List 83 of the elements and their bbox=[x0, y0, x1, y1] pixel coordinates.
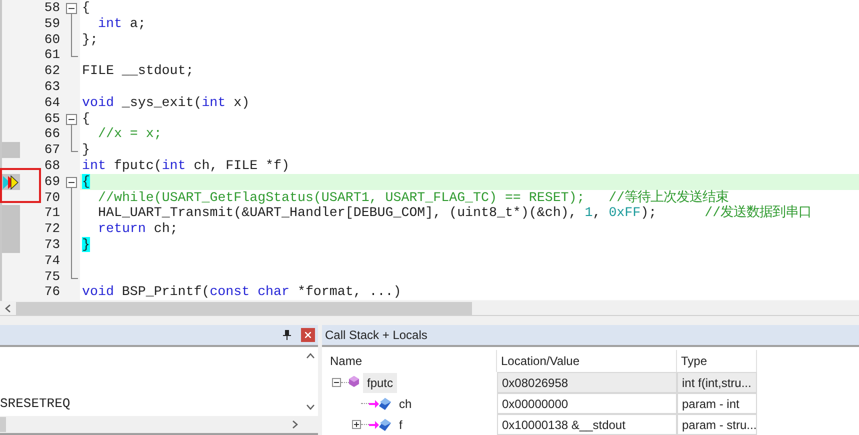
close-icon bbox=[305, 332, 311, 338]
line-number: 58 bbox=[43, 0, 61, 16]
code-text: x) bbox=[232, 94, 250, 110]
tree-item[interactable]: fputc bbox=[363, 372, 398, 392]
line-number: 63 bbox=[43, 78, 61, 95]
panel-title: Call Stack + Locals bbox=[325, 327, 428, 344]
collapse-icon[interactable] bbox=[332, 378, 341, 387]
table-cell: 0x08026958 bbox=[497, 372, 677, 393]
chevron-left-icon bbox=[5, 304, 11, 313]
table-cell: 0x10000138 &__stdout bbox=[497, 414, 677, 435]
code-text: int bbox=[98, 16, 122, 31]
scrollbar-thumb[interactable] bbox=[16, 302, 472, 315]
diamond-icon bbox=[349, 376, 359, 389]
close-button[interactable] bbox=[301, 328, 315, 342]
code-text: 1 bbox=[584, 205, 593, 220]
line-number: 64 bbox=[43, 94, 61, 111]
line-number: 69 bbox=[43, 174, 61, 190]
line-number: 71 bbox=[43, 205, 61, 222]
line-number: 59 bbox=[43, 16, 61, 32]
scroll-down-icon[interactable] bbox=[306, 404, 314, 410]
code-text: , bbox=[592, 205, 602, 220]
tree-item[interactable]: ch bbox=[395, 394, 416, 414]
code-comment: //while(USART_GetFlagStatus(USART1, USART_FLAG_TC) == RESET); //等待上次发送结束 bbox=[98, 190, 729, 205]
code-text: ); bbox=[640, 205, 657, 220]
tree-item[interactable]: f bbox=[395, 414, 406, 434]
line-number: 67 bbox=[43, 142, 61, 158]
code-text: { bbox=[82, 0, 90, 15]
collapse-icon[interactable] bbox=[66, 3, 77, 17]
code-text: a; bbox=[128, 16, 146, 31]
line-number: 75 bbox=[43, 268, 61, 284]
line-number: 61 bbox=[43, 47, 61, 64]
line-number: 66 bbox=[43, 126, 61, 142]
table-cell: int f(int,stru... bbox=[677, 372, 757, 393]
expand-icon[interactable] bbox=[352, 420, 361, 429]
line-number: 74 bbox=[43, 252, 61, 269]
code-text: const char bbox=[210, 284, 290, 300]
code-text: ch, FILE *f) bbox=[192, 158, 290, 173]
code-comment: //x = x; bbox=[98, 126, 162, 142]
code-text: int bbox=[82, 158, 106, 173]
code-text: fputc( bbox=[112, 158, 162, 173]
line-number: 73 bbox=[43, 236, 61, 253]
fold-end bbox=[71, 268, 78, 279]
line-number: 60 bbox=[43, 32, 61, 48]
code-text: HAL_UART_Transmit(&UART_Handler[DEBUG_COM], (uint8_t*)(&ch), bbox=[98, 205, 578, 220]
line-number: 76 bbox=[43, 284, 61, 300]
arrow-diamond-icon bbox=[369, 398, 391, 410]
fold-line bbox=[71, 126, 72, 144]
line-number: 62 bbox=[43, 63, 61, 79]
highlight-frame bbox=[0, 168, 41, 203]
output-text: SRESETREQ bbox=[0, 394, 72, 412]
line-number: 68 bbox=[43, 158, 61, 174]
code-text: }; bbox=[82, 32, 98, 47]
code-text: int bbox=[202, 94, 226, 110]
code-text: FILE __stdout; bbox=[82, 63, 194, 78]
code-comment: //发送数据到串口 bbox=[704, 205, 812, 220]
matched-brace: } bbox=[82, 236, 90, 252]
code-text: void bbox=[82, 284, 114, 300]
scroll-right-icon[interactable] bbox=[292, 420, 298, 429]
code-text: 0xFF bbox=[608, 205, 641, 220]
collapse-icon[interactable] bbox=[66, 114, 77, 128]
code-text: ch; bbox=[152, 221, 178, 236]
scrollbar-thumb[interactable] bbox=[0, 417, 6, 432]
line-number: 72 bbox=[43, 221, 61, 237]
fold-end bbox=[71, 142, 78, 152]
code-text: { bbox=[82, 110, 90, 126]
pin-icon[interactable] bbox=[283, 330, 291, 340]
line-number: 65 bbox=[43, 110, 61, 126]
code-text: _sys_exit( bbox=[120, 94, 202, 110]
code-text: BSP_Printf( bbox=[120, 284, 210, 300]
code-text: void bbox=[82, 94, 114, 110]
code-text: return bbox=[98, 221, 146, 236]
scroll-up-icon[interactable] bbox=[306, 353, 314, 359]
code-text: int bbox=[162, 158, 186, 173]
collapse-icon[interactable] bbox=[66, 176, 77, 191]
table-cell: 0x00000000 bbox=[497, 393, 677, 414]
code-text: } bbox=[82, 142, 90, 158]
table-cell: param - stru... bbox=[677, 414, 757, 435]
arrow-diamond-icon bbox=[369, 418, 391, 430]
table-cell: param - int bbox=[677, 393, 757, 414]
line-number: 70 bbox=[43, 190, 61, 206]
fold-end bbox=[71, 47, 78, 58]
matched-brace: { bbox=[82, 174, 90, 189]
code-text: *format, ...) bbox=[296, 284, 402, 300]
